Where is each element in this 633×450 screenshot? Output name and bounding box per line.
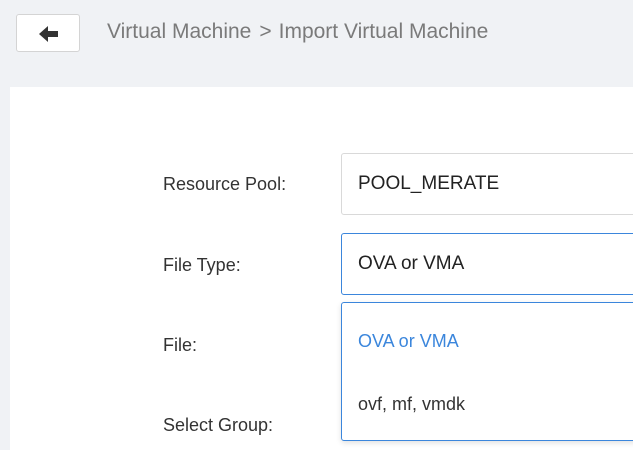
dropdown-option-ovf-mf-vmdk[interactable]: ovf, mf, vmdk [342, 373, 633, 435]
resource-pool-select[interactable]: POOL_MERATE [341, 153, 633, 215]
breadcrumb-current: Import Virtual Machine [278, 20, 489, 43]
page-header: Virtual Machine > Import Virtual Machine [0, 0, 633, 70]
breadcrumb-separator: > [259, 20, 272, 43]
import-vm-page: Virtual Machine > Import Virtual Machine R… [0, 0, 633, 450]
file-type-select[interactable]: OVA or VMA [341, 233, 633, 295]
file-type-label: File Type: [163, 255, 241, 275]
back-button[interactable] [16, 14, 80, 52]
dropdown-option-ova-vma[interactable]: OVA or VMA [342, 310, 633, 372]
file-type-dropdown: OVA or VMA ovf, mf, vmdk [341, 302, 633, 441]
file-label: File: [163, 335, 198, 355]
breadcrumb: Virtual Machine > Import Virtual Machine [107, 20, 488, 44]
breadcrumb-parent[interactable]: Virtual Machine [107, 20, 251, 43]
arrow-left-icon [39, 26, 58, 42]
select-group-label: Select Group: [163, 415, 274, 435]
resource-pool-label: Resource Pool: [163, 174, 287, 194]
